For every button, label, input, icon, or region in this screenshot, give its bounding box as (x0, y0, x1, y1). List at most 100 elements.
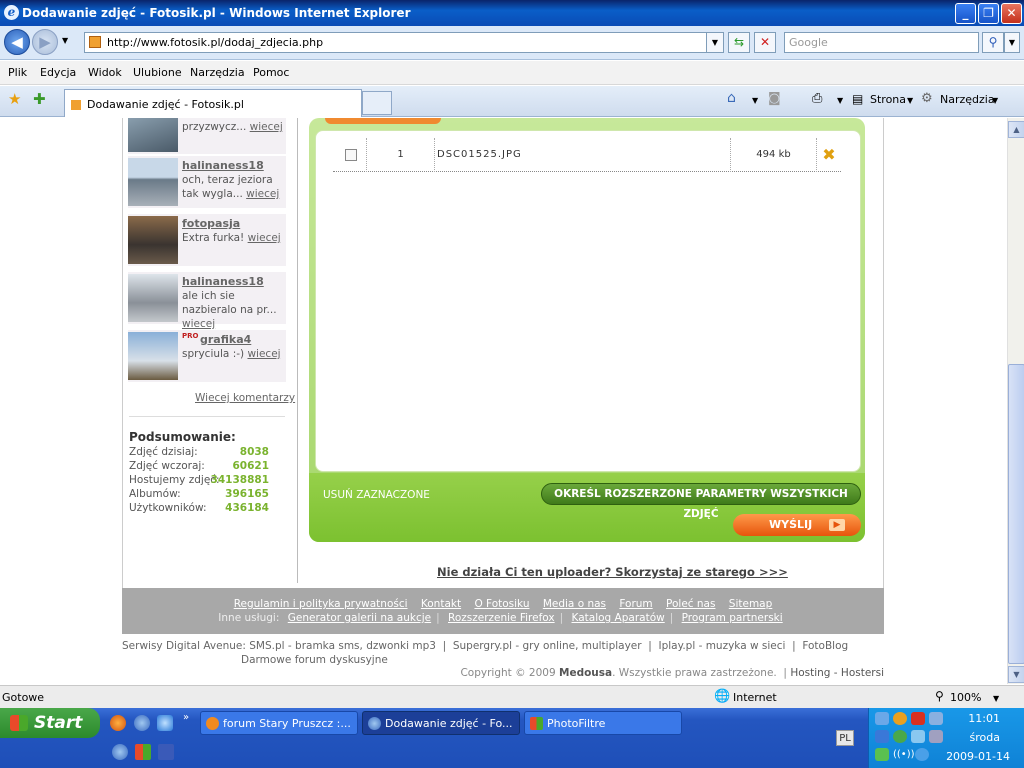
search-icon[interactable]: ⚲ (982, 32, 1004, 53)
photofiltre-quicklaunch-icon[interactable] (135, 744, 151, 760)
task-fotosik[interactable]: Dodawanie zdjęć - Fo... (362, 711, 520, 735)
partner-link[interactable]: Darmowe forum dyskusyjne (241, 654, 388, 666)
stop-icon[interactable]: ✕ (754, 32, 776, 53)
narzedzia-menu[interactable]: Narzędzia (940, 93, 995, 106)
firefox-icon[interactable] (110, 715, 126, 731)
footer-link[interactable]: Rozszerzenie Firefox (448, 612, 555, 624)
comment-thumbnail[interactable] (128, 216, 178, 264)
search-options-icon[interactable]: ▼ (1004, 32, 1020, 53)
print-dropdown-icon[interactable]: ▼ (837, 96, 843, 105)
refresh-icon[interactable]: ⇆ (728, 32, 750, 53)
menu-plik[interactable]: Plik (8, 66, 27, 79)
forward-button[interactable]: ▶ (32, 29, 58, 55)
tray-app-icon[interactable] (929, 730, 943, 743)
send-button[interactable]: WYŚLIJ ▶ (733, 514, 861, 536)
volume-icon[interactable]: ((•)) (893, 748, 915, 761)
close-button[interactable]: ✕ (1001, 3, 1022, 24)
more-comments-link[interactable]: Wiecej komentarzy (195, 392, 295, 404)
zoom-dropdown-icon[interactable]: ▼ (993, 694, 999, 703)
network-icon[interactable] (875, 712, 889, 725)
hosting-link[interactable]: Hosting - Hostersi (790, 667, 884, 679)
address-dropdown-icon[interactable]: ▼ (706, 32, 724, 53)
minimize-button[interactable]: _ (955, 3, 976, 24)
footer-link[interactable]: O Fotosiku (474, 598, 529, 610)
maximize-button[interactable]: ❐ (978, 3, 999, 24)
comment-user[interactable]: halinaness18 (182, 159, 264, 172)
home-dropdown-icon[interactable]: ▼ (752, 96, 758, 105)
print-icon[interactable]: ⎙ (812, 91, 822, 106)
partner-link[interactable]: FotoBlog (802, 640, 848, 652)
footer-link[interactable]: Program partnerski (682, 612, 783, 624)
more-link[interactable]: wiecej (247, 348, 280, 360)
back-button[interactable]: ◀ (4, 29, 30, 55)
tab-fotosik[interactable]: Dodawanie zdjęć - Fotosik.pl (64, 89, 362, 117)
tray-app-icon[interactable] (893, 730, 907, 743)
menu-ulubione[interactable]: Ulubione (133, 66, 182, 79)
address-input[interactable]: http://www.fotosik.pl/dodaj_zdjecia.php (84, 32, 724, 53)
partner-link[interactable]: SMS.pl - bramka sms, dzwonki mp3 (249, 640, 436, 652)
home-icon[interactable]: ⌂ (727, 90, 736, 106)
more-link[interactable]: wiecej (248, 232, 281, 244)
footer-link[interactable]: Forum (619, 598, 652, 610)
remove-file-icon[interactable]: ✖ (817, 138, 841, 172)
menu-widok[interactable]: Widok (88, 66, 122, 79)
comment-user[interactable]: halinaness18 (182, 275, 264, 288)
tray-app-icon[interactable] (893, 712, 907, 725)
file-checkbox[interactable] (345, 149, 357, 161)
language-indicator[interactable]: PL (836, 730, 854, 746)
menu-narzedzia[interactable]: Narzędzia (190, 66, 245, 79)
vertical-scrollbar[interactable]: ▲ ▼ (1007, 118, 1024, 684)
task-photofiltre[interactable]: PhotoFiltre (524, 711, 682, 735)
start-button[interactable]: Start (0, 708, 100, 738)
scroll-down-icon[interactable]: ▼ (1008, 666, 1024, 683)
remove-selected-button[interactable]: USUŃ ZAZNACZONE (323, 489, 430, 501)
ie-quicklaunch-icon[interactable] (112, 744, 128, 760)
advanced-params-button[interactable]: OKREŚL ROZSZERZONE PARAMETRY WSZYSTKICH … (541, 483, 861, 520)
tray-app-icon[interactable] (875, 748, 889, 761)
menu-pomoc[interactable]: Pomoc (253, 66, 289, 79)
task-forum[interactable]: forum Stary Pruszcz :... (200, 711, 358, 735)
scroll-up-icon[interactable]: ▲ (1008, 121, 1024, 138)
strona-menu[interactable]: Strona (870, 93, 906, 106)
more-quicklaunch-icon[interactable]: » (183, 712, 189, 723)
comment-user[interactable]: fotopasja (182, 217, 240, 230)
comment-thumbnail[interactable] (128, 118, 178, 152)
footer-link[interactable]: Katalog Aparatów (572, 612, 665, 624)
save-quicklaunch-icon[interactable] (158, 744, 174, 760)
scroll-thumb[interactable] (1008, 364, 1024, 664)
favorites-star-icon[interactable]: ★ (8, 90, 21, 108)
footer-link[interactable]: Generator galerii na aukcje (288, 612, 431, 624)
clock-time[interactable]: 11:01 (968, 712, 1000, 725)
feeds-icon[interactable]: ◙ (768, 91, 781, 106)
more-link[interactable]: wiecej (250, 121, 283, 133)
display-icon[interactable] (929, 712, 943, 725)
partner-link[interactable]: Iplay.pl - muzyka w sieci (658, 640, 785, 652)
comment-thumbnail[interactable] (128, 158, 178, 206)
footer-link[interactable]: Poleć nas (666, 598, 715, 610)
footer-link[interactable]: Kontakt (421, 598, 461, 610)
antivirus-icon[interactable] (911, 712, 925, 725)
footer-link[interactable]: Regulamin i polityka prywatności (234, 598, 408, 610)
quicklaunch-icon[interactable] (157, 715, 173, 731)
ie-quicklaunch-icon[interactable] (134, 715, 150, 731)
comment-thumbnail[interactable] (128, 332, 178, 380)
history-dropdown-icon[interactable]: ▼ (62, 36, 68, 45)
add-favorites-icon[interactable]: ✚ (33, 90, 46, 108)
footer-link[interactable]: Media o nas (543, 598, 606, 610)
footer-link[interactable]: Sitemap (729, 598, 773, 610)
new-tab-button[interactable] (362, 91, 392, 115)
tray-app-icon[interactable] (915, 748, 929, 761)
comment-user[interactable]: grafika4 (200, 333, 251, 346)
search-input[interactable]: Google (784, 32, 979, 53)
narzedzia-dropdown-icon[interactable]: ▼ (992, 96, 998, 105)
menu-edycja[interactable]: Edycja (40, 66, 76, 79)
tray-app-icon[interactable] (875, 730, 889, 743)
zoom-level[interactable]: 100% (950, 691, 981, 704)
comment-thumbnail[interactable] (128, 274, 178, 322)
old-uploader-link[interactable]: Nie działa Ci ten uploader? Skorzystaj z… (437, 565, 788, 579)
tray-app-icon[interactable] (911, 730, 925, 743)
more-link[interactable]: wiecej (182, 318, 215, 330)
more-link[interactable]: wiecej (246, 188, 279, 200)
strona-dropdown-icon[interactable]: ▼ (907, 96, 913, 105)
partner-link[interactable]: Supergry.pl - gry online, multiplayer (453, 640, 642, 652)
